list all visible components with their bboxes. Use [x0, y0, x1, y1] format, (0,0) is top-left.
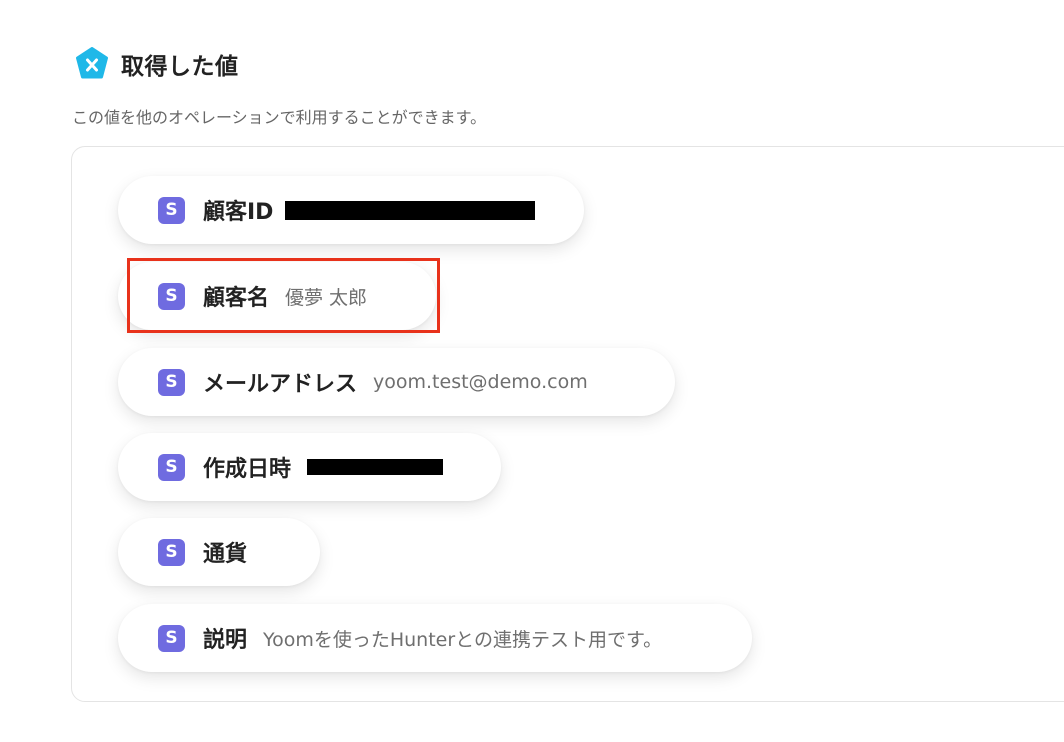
page: 取得した値 この値を他のオペレーションで利用することができます。 S 顧客ID …	[0, 0, 1064, 742]
value-chip-currency[interactable]: S 通貨	[118, 518, 320, 586]
stripe-s-icon: S	[158, 453, 185, 481]
redacted-value	[285, 200, 536, 220]
stripe-s-icon: S	[158, 368, 185, 396]
chip-label: 顧客ID	[203, 200, 274, 225]
stripe-s-icon: S	[158, 282, 185, 310]
redacted-value	[307, 459, 444, 475]
section-title: 取得した値	[121, 54, 239, 80]
stripe-s-icon: S	[158, 196, 185, 224]
chip-label: 作成日時	[203, 457, 292, 482]
value-chip-customer-name[interactable]: S 顧客名 優夢 太郎	[118, 262, 436, 330]
chip-label: 通貨	[203, 542, 248, 567]
stripe-s-icon: S	[158, 624, 185, 652]
value-chip-description[interactable]: S 説明 Yoomを使ったHunterとの連携テスト用です。	[118, 604, 752, 672]
chip-label: 顧客名	[203, 286, 270, 311]
section-subtitle: この値を他のオペレーションで利用することができます。	[72, 108, 487, 127]
value-chip-email[interactable]: S メールアドレス yoom.test@demo.com	[118, 348, 675, 416]
value-chip-customer-id[interactable]: S 顧客ID	[118, 176, 584, 244]
chip-value: 優夢 太郎	[285, 286, 368, 309]
chip-value: Yoomを使ったHunterとの連携テスト用です。	[263, 628, 663, 651]
section-header: 取得した値	[75, 46, 239, 82]
chip-label: メールアドレス	[203, 372, 358, 397]
chip-value: yoom.test@demo.com	[373, 371, 588, 393]
chip-label: 説明	[203, 628, 248, 653]
value-chip-created-at[interactable]: S 作成日時	[118, 433, 501, 501]
stripe-s-icon: S	[158, 538, 185, 566]
yoom-logo-icon	[76, 47, 108, 79]
